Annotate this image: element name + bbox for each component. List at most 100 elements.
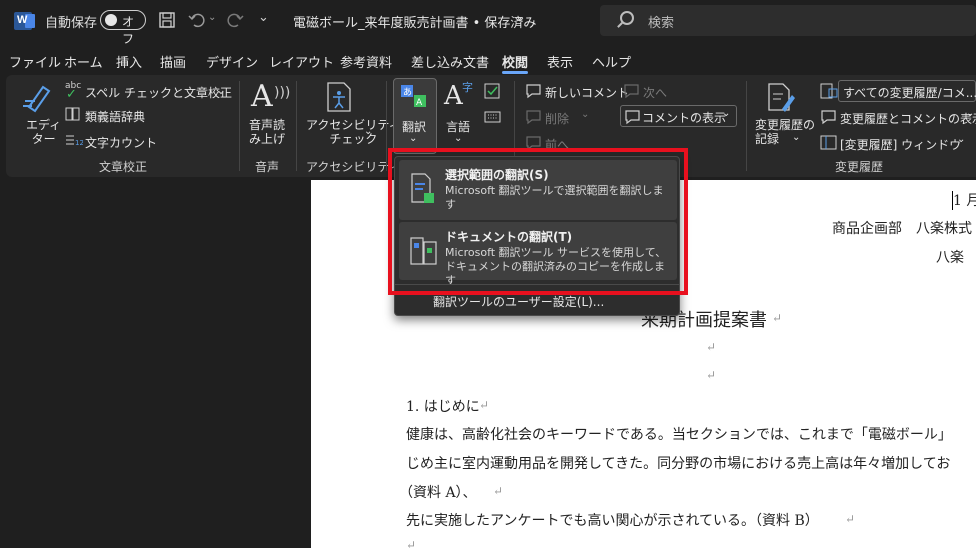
navigation-gutter — [0, 180, 311, 548]
track-changes-icon — [768, 83, 795, 112]
document-title[interactable]: 電磁ボール_来年度販売計画書 • 保存済み — [293, 12, 536, 31]
doc-paragraph-line: 健康は、高齢化社会のキーワードである。当セクションでは、これまで「電磁ボール」 — [406, 427, 952, 443]
ribbon-divider — [239, 81, 240, 171]
ribbon-tabs: ファイル ホーム 挿入 描画 デザイン レイアウト 参考資料 差し込み文書 校閲… — [0, 48, 976, 74]
reviewing-pane-dropdown-icon[interactable]: ⌄ — [957, 134, 965, 145]
doc-author: 八楽 — [936, 250, 964, 266]
previous-comment-button[interactable]: 前へ — [545, 136, 569, 153]
autosave-toggle[interactable]: オフ — [100, 10, 146, 46]
translate-selection-title: 選択範囲の翻訳(S) — [445, 168, 549, 182]
tab-layout[interactable]: レイアウト — [269, 52, 334, 71]
show-comments-label: コメントの表示 — [642, 111, 727, 125]
show-markup-button[interactable]: 変更履歴とコメントの表示 — [840, 110, 976, 127]
toggle-knob — [105, 14, 117, 26]
ribbon-divider — [746, 81, 747, 171]
group-speech-label: 音声 — [255, 160, 280, 174]
tab-references[interactable]: 参考資料 — [340, 52, 392, 71]
next-comment-button[interactable]: 次へ — [643, 84, 667, 101]
tab-review[interactable]: 校閲 — [502, 52, 529, 74]
language-icon: A — [444, 81, 463, 111]
svg-text:あ: あ — [403, 87, 412, 98]
paragraph-mark: ↵ — [772, 311, 783, 325]
accessibility-dropdown-icon[interactable]: ⌄ — [364, 126, 372, 137]
thesaurus-button[interactable]: 類義語辞典 — [85, 108, 145, 125]
accessibility-icon — [327, 82, 351, 112]
redo-icon[interactable] — [226, 11, 244, 29]
sound-wave-icon: ))) — [274, 85, 291, 101]
svg-text:A: A — [416, 98, 423, 108]
language-glyph-icon: 字 — [462, 81, 473, 94]
tab-insert[interactable]: 挿入 — [116, 52, 142, 71]
save-icon[interactable] — [158, 11, 176, 29]
tab-design[interactable]: デザイン — [206, 52, 258, 71]
paragraph-mark: ↵ — [406, 538, 417, 548]
translate-selection-desc: Microsoft 翻訳ツールで選択範囲を翻訳します — [445, 184, 664, 211]
read-aloud-button[interactable]: 音声読 み上げ — [249, 118, 285, 146]
undo-dropdown-icon[interactable]: ⌄ — [208, 12, 216, 23]
spelling-dropdown-icon[interactable]: ⌄ — [216, 83, 226, 97]
doc-date: 1 月 — [953, 193, 976, 209]
paragraph-mark: ↵ — [493, 484, 504, 498]
reviewing-pane-button[interactable]: [変更履歴] ウィンドウ — [840, 136, 961, 153]
menu-divider — [395, 284, 679, 285]
tab-view[interactable]: 表示 — [547, 52, 573, 71]
tab-mailings[interactable]: 差し込み文書 — [411, 52, 489, 71]
doc-paragraph-line: （資料 A）、 — [399, 485, 477, 501]
translate-document-desc: Microsoft 翻訳ツール サービスを使用して、ドキュメントの翻訳済みのコピ… — [445, 246, 667, 287]
new-comment-icon — [526, 84, 541, 99]
tab-help[interactable]: ヘルプ — [592, 52, 631, 71]
track-changes-dropdown-icon[interactable]: ⌄ — [792, 132, 800, 143]
new-comment-button[interactable]: 新しいコメント — [545, 84, 629, 101]
spelling-check-icon: ✓ — [66, 87, 77, 102]
thesaurus-icon — [65, 107, 80, 121]
translator-preferences-item[interactable]: 翻訳ツールのユーザー設定(L)... — [433, 293, 604, 310]
translate-document-item[interactable]: ドキュメントの翻訳(T) Microsoft 翻訳ツール サービスを使用して、ド… — [399, 222, 677, 287]
translate-dropdown-icon: ⌄ — [409, 133, 418, 144]
delete-dropdown-icon[interactable]: ⌄ — [581, 109, 589, 120]
paragraph-mark: ↵ — [706, 340, 717, 354]
tab-file[interactable]: ファイル — [9, 52, 61, 71]
word-app-icon: W — [14, 12, 35, 30]
next-comment-icon — [624, 84, 639, 99]
read-aloud-icon: A — [251, 79, 273, 114]
autosave-state: オフ — [122, 15, 135, 46]
show-comments-icon — [625, 110, 640, 125]
delete-comment-icon — [526, 110, 541, 125]
translate-document-title: ドキュメントの翻訳(T) — [445, 230, 573, 244]
translate-menu: 選択範囲の翻訳(S) Microsoft 翻訳ツールで選択範囲を翻訳します ドキ… — [394, 156, 680, 316]
search-icon — [620, 11, 634, 25]
autosave-label: 自動保存 — [45, 16, 98, 31]
group-tracking-label: 変更履歴 — [835, 160, 884, 174]
show-comments-dropdown-icon[interactable]: ⌄ — [722, 108, 730, 119]
doc-paragraph-line: 先に実施したアンケートでも高い関心が示されている。（資料 B） — [406, 513, 819, 529]
tab-draw[interactable]: 描画 — [160, 52, 186, 71]
translate-selection-icon — [411, 173, 434, 203]
title-bar: W 自動保存 オフ ⌄ ⌄ 電磁ボール_来年度販売計画書 • 保存済み ⌄ 検索 — [0, 0, 976, 46]
customize-qat-icon[interactable]: ⌄ — [258, 10, 269, 25]
paragraph-mark: ↵ — [479, 398, 490, 412]
markup-select-value: すべての変更履歴/コメ... — [843, 86, 976, 100]
undo-icon[interactable] — [188, 11, 206, 29]
paragraph-mark: ↵ — [845, 512, 856, 526]
svg-text:123: 123 — [75, 139, 83, 147]
show-markup-icon — [821, 110, 836, 125]
delete-comment-button[interactable]: 削除 — [545, 110, 569, 127]
search-box[interactable]: 検索 — [600, 5, 976, 36]
markup-display-icon — [820, 83, 838, 99]
tab-home[interactable]: ホーム — [64, 52, 103, 71]
editor-button[interactable]: エディ ター — [26, 118, 61, 146]
show-markup-dropdown-icon[interactable]: ⌄ — [966, 108, 974, 119]
title-chevron-down-icon[interactable]: ⌄ — [515, 10, 526, 25]
track-changes-button[interactable]: 変更履歴の 記録 — [755, 118, 815, 146]
track-check-icon[interactable] — [484, 83, 502, 101]
translate-document-icon — [410, 237, 437, 265]
previous-comment-icon — [526, 136, 541, 151]
word-count-button[interactable]: 文字カウント — [85, 134, 157, 151]
search-input[interactable]: 検索 — [648, 12, 674, 31]
translate-selection-item[interactable]: 選択範囲の翻訳(S) Microsoft 翻訳ツールで選択範囲を翻訳します — [399, 160, 677, 220]
spelling-button[interactable]: スペル チェックと文章校正 — [85, 84, 232, 101]
doc-paragraph-line: じめ主に室内運動用品を開発してきた。同分野の市場における売上高は年々増加してお — [406, 456, 951, 472]
keyboard-icon[interactable] — [484, 111, 502, 123]
doc-department: 商品企画部 八楽株式 — [832, 221, 972, 237]
language-dropdown-icon[interactable]: ⌄ — [454, 133, 462, 144]
